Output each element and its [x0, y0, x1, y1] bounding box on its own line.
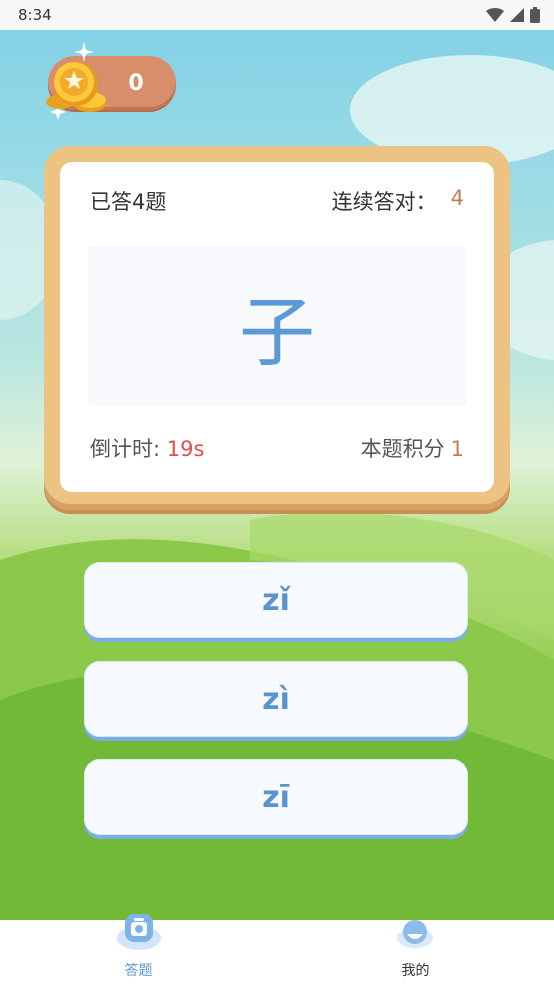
question-points: 本题积分 1: [361, 433, 464, 463]
countdown-value: 19s: [166, 437, 205, 461]
nav-item-mine[interactable]: 我的: [277, 920, 554, 984]
nav-item-quiz[interactable]: 答题: [0, 914, 277, 984]
status-time: 8:34: [18, 6, 52, 24]
signal-icon: [510, 8, 524, 22]
status-bar: 8:34: [0, 0, 554, 30]
character-display: 子: [88, 246, 466, 406]
answer-option-2[interactable]: zì: [84, 661, 468, 737]
gold-coin-icon: [46, 42, 106, 120]
points-value: 1: [450, 437, 464, 461]
answered-count: 已答4题: [90, 190, 167, 214]
streak-label: 连续答对：: [331, 190, 437, 214]
profile-icon: [397, 920, 433, 948]
bottom-nav: 答题 我的: [0, 914, 554, 984]
battery-icon: [530, 7, 540, 23]
streak-counter: 连续答对： 4: [332, 186, 464, 216]
answer-option-3[interactable]: zī: [84, 759, 468, 835]
answer-option-1[interactable]: zǐ: [84, 562, 468, 638]
nav-label-quiz: 答题: [124, 963, 153, 979]
question-character: 子: [239, 288, 315, 377]
quiz-icon: [117, 914, 161, 950]
streak-value: 4: [450, 186, 464, 210]
countdown-timer: 倒计时: 19s: [90, 433, 204, 463]
countdown-label: 倒计时:: [90, 437, 167, 461]
coin-count: 0: [128, 70, 144, 96]
wifi-icon: [486, 8, 504, 22]
points-label: 本题积分: [360, 437, 445, 461]
nav-label-mine: 我的: [401, 963, 430, 979]
status-icons: [486, 7, 540, 23]
